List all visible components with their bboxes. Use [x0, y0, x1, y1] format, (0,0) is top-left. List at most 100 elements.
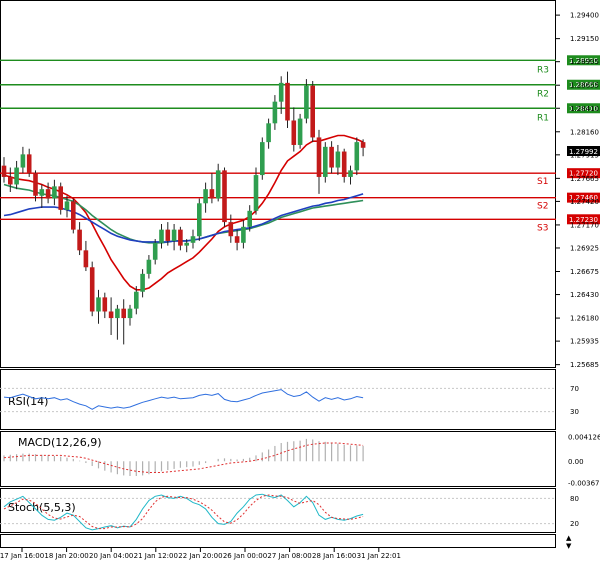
- trading-chart: R31.28920R21.28660R11.28410S11.27720S21.…: [0, 0, 600, 567]
- time-tick-label: 21 Jan 12:00: [134, 552, 178, 560]
- macd-title: MACD(12,26,9): [18, 436, 102, 449]
- price-tick-label: 1.25685: [570, 361, 599, 369]
- candle-body: [260, 142, 265, 176]
- price-tick-label: 1.29400: [570, 12, 599, 20]
- candle-body: [341, 151, 347, 177]
- candle-body: [316, 137, 322, 177]
- candle-body: [89, 267, 95, 312]
- empty-panel-markers: ▲ ▼: [566, 534, 572, 550]
- candle-body: [215, 170, 221, 199]
- candle-body: [77, 229, 82, 251]
- candle-body: [310, 85, 315, 138]
- stoch-tick-label: 80: [570, 495, 579, 503]
- candle-body: [266, 123, 271, 143]
- price-tick-label: 1.26430: [570, 291, 599, 299]
- candle-body: [278, 82, 284, 102]
- candle-body: [304, 85, 309, 119]
- candle: [260, 137, 265, 180]
- candle-body: [20, 154, 26, 168]
- candle-body: [203, 189, 208, 204]
- candle-body: [1, 165, 7, 177]
- candle-body: [14, 167, 19, 185]
- level-name-r1: R1: [537, 113, 549, 123]
- current-price-tag: 1.27992: [567, 146, 600, 156]
- candle: [71, 198, 76, 234]
- price-tick-label: 1.25935: [570, 338, 599, 346]
- candle-body: [354, 142, 360, 171]
- stoch-tick-label: 20: [570, 520, 579, 528]
- candle-body: [272, 101, 278, 124]
- current-price-label: 1.27992: [569, 148, 598, 156]
- candle-body: [323, 146, 328, 177]
- price-tick-label: 1.27420: [570, 198, 599, 206]
- candle: [58, 182, 63, 215]
- rsi-tick-label: 70: [570, 385, 579, 393]
- candle-body: [285, 82, 290, 121]
- candle-body: [234, 236, 240, 243]
- candle: [297, 113, 303, 149]
- candle-body: [134, 291, 139, 309]
- candle-body: [64, 201, 70, 210]
- candle: [323, 142, 328, 183]
- candle-body: [83, 250, 89, 268]
- candle-body: [291, 120, 297, 145]
- price-tick-label: 1.28160: [570, 128, 599, 136]
- candle: [310, 80, 315, 143]
- down-arrow-icon: ▼: [566, 542, 572, 550]
- candle-body: [152, 242, 158, 260]
- candle-body: [58, 186, 63, 210]
- level-name-r3: R3: [537, 65, 549, 75]
- level-name-s3: S3: [537, 223, 548, 233]
- candle-body: [241, 226, 246, 243]
- price-tick-label: 1.29150: [570, 35, 599, 43]
- candle-body: [165, 229, 171, 241]
- candle-body: [222, 170, 227, 223]
- time-tick-label: 31 Jan 22:01: [357, 552, 401, 560]
- time-tick-label: 17 Jan 16:00: [0, 552, 44, 560]
- candle-body: [96, 297, 101, 312]
- candle-body: [228, 222, 234, 237]
- candle-body: [209, 189, 215, 199]
- candle-body: [184, 242, 189, 246]
- candle-body: [39, 189, 45, 196]
- price-tick-label: 1.28410: [570, 105, 599, 113]
- candle-body: [178, 229, 183, 246]
- price-tick-label: 1.27665: [570, 175, 599, 183]
- time-tick-label: 28 Jan 16:00: [312, 552, 356, 560]
- price-tick-label: 1.26925: [570, 244, 599, 252]
- rsi-tick-label: 30: [570, 408, 579, 416]
- candle-body: [102, 297, 108, 312]
- candle-body: [335, 151, 341, 168]
- candle-body: [360, 142, 366, 148]
- macd-tick-label: 0.00: [568, 458, 584, 466]
- candle-body: [247, 210, 252, 227]
- candle: [197, 198, 202, 241]
- candle-body: [190, 236, 196, 243]
- time-tick-label: 22 Jan 20:00: [178, 552, 222, 560]
- price-tick-label: 1.26675: [570, 268, 599, 276]
- candle-body: [121, 308, 126, 319]
- candle-body: [52, 186, 57, 199]
- candle-body: [26, 154, 32, 174]
- candle-body: [8, 176, 13, 185]
- macd-tick-label: -0.00367: [568, 479, 599, 487]
- up-arrow-icon: ▲: [566, 534, 572, 542]
- stoch-title: Stoch(5,5,3): [8, 501, 76, 514]
- candle-body: [33, 173, 38, 196]
- candle-body: [171, 229, 177, 241]
- candle-body: [297, 118, 303, 145]
- candle-body: [197, 203, 202, 237]
- macd-tick-label: 0.004126: [568, 433, 600, 441]
- candle: [222, 167, 227, 227]
- candle-body: [146, 259, 152, 274]
- candle-body: [115, 308, 120, 319]
- price-tick-label: 1.28655: [570, 82, 599, 90]
- candle-body: [253, 175, 259, 211]
- candle: [89, 261, 95, 317]
- candle-body: [108, 311, 114, 319]
- price-tick-label: 1.27170: [570, 221, 599, 229]
- candle-body: [329, 146, 334, 168]
- candle-body: [159, 229, 164, 243]
- time-tick-label: 20 Jan 04:00: [89, 552, 133, 560]
- candle-body: [45, 189, 51, 199]
